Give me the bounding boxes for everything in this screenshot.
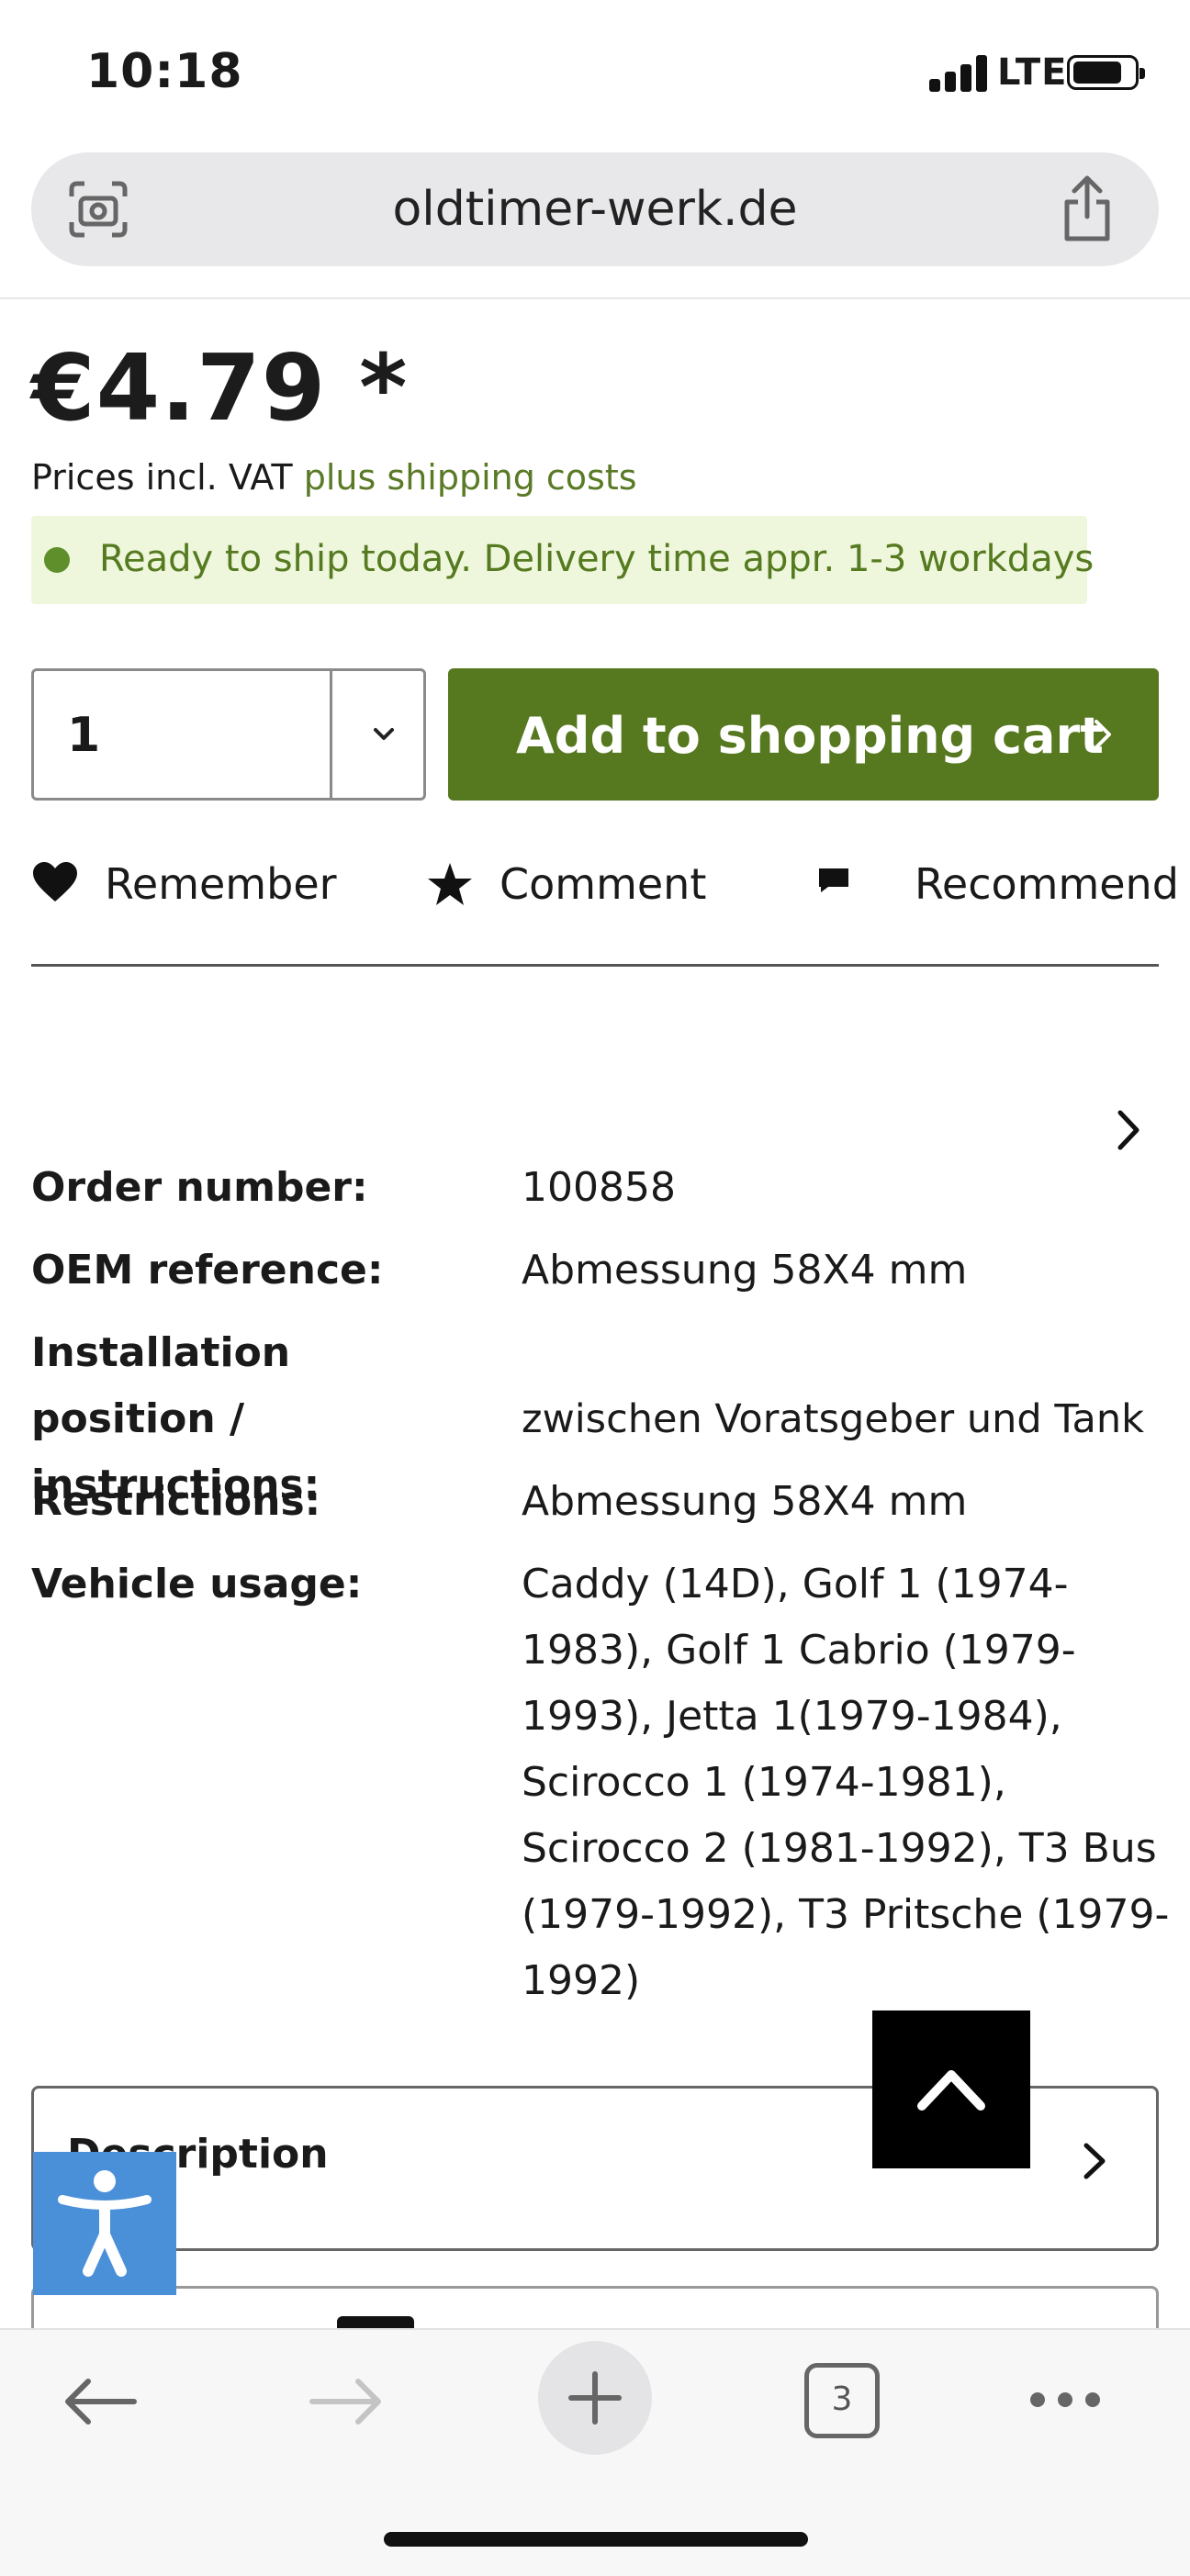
new-tab-button[interactable] bbox=[538, 2341, 652, 2455]
detail-value: Abmessung 58X4 mm bbox=[522, 1247, 968, 1294]
share-icon[interactable] bbox=[1060, 174, 1115, 244]
delivery-text: Ready to ship today. Delivery time appr.… bbox=[99, 538, 1095, 580]
detail-row: OEM reference: Abmessung 58X4 mm bbox=[31, 1238, 1170, 1320]
heart-icon bbox=[33, 862, 77, 902]
tabs-count-button[interactable]: 3 bbox=[804, 2363, 880, 2438]
detail-row: Restrictions: Abmessung 58X4 mm bbox=[31, 1469, 1170, 1551]
detail-key: Order number: bbox=[31, 1164, 368, 1211]
vat-label: Prices incl. VAT bbox=[31, 457, 293, 498]
status-time: 10:18 bbox=[86, 44, 243, 99]
accessibility-button[interactable] bbox=[33, 2152, 176, 2295]
plus-icon bbox=[568, 2371, 622, 2425]
shipping-costs-link[interactable]: plus shipping costs bbox=[304, 457, 637, 498]
detail-value: Caddy (14D), Golf 1 (1974-1983), Golf 1 … bbox=[522, 1561, 1170, 2004]
more-menu-icon[interactable] bbox=[1027, 2387, 1104, 2413]
chevron-right-icon[interactable] bbox=[1111, 1107, 1148, 1153]
chevron-down-icon[interactable] bbox=[361, 711, 407, 757]
comment-button[interactable]: Comment bbox=[426, 852, 729, 916]
add-to-cart-button[interactable]: Add to shopping cart bbox=[448, 668, 1159, 801]
remember-label: Remember bbox=[105, 859, 337, 909]
network-type: LTE bbox=[997, 51, 1068, 94]
vat-info: Prices incl. VAT plus shipping costs bbox=[31, 457, 637, 498]
detail-key: Vehicle usage: bbox=[31, 1561, 363, 1607]
back-arrow-icon[interactable] bbox=[61, 2376, 140, 2427]
remember-button[interactable]: Remember bbox=[31, 852, 343, 916]
status-bar: 10:18 LTE bbox=[0, 0, 1190, 147]
actions-divider bbox=[31, 964, 1159, 967]
header-divider bbox=[0, 297, 1190, 299]
product-price: €4.79 * bbox=[31, 334, 409, 442]
recommend-button[interactable]: Recommend bbox=[815, 852, 1179, 916]
detail-key: Restrictions: bbox=[31, 1478, 321, 1525]
product-actions: Remember Comment Recommend bbox=[31, 852, 1179, 916]
comment-label: Comment bbox=[500, 859, 707, 909]
url-text[interactable]: oldtimer-werk.de bbox=[31, 182, 1159, 237]
signal-icon bbox=[929, 55, 990, 92]
scroll-to-top-button[interactable] bbox=[872, 2010, 1030, 2168]
chevron-right-icon bbox=[1083, 2143, 1106, 2179]
detail-value: zwischen Voratsgeber und Tank bbox=[522, 1396, 1145, 1442]
forward-arrow-icon[interactable] bbox=[307, 2376, 386, 2427]
chat-bubble-icon bbox=[819, 868, 848, 892]
detail-row: Vehicle usage: Caddy (14D), Golf 1 (1974… bbox=[31, 1551, 1170, 2029]
detail-key: OEM reference: bbox=[31, 1247, 384, 1294]
detail-row: Order number: 100858 bbox=[31, 1155, 1170, 1238]
home-indicator bbox=[384, 2532, 808, 2547]
battery-icon bbox=[1067, 55, 1145, 90]
quantity-select[interactable]: 1 bbox=[31, 668, 426, 801]
chevron-right-icon bbox=[1095, 720, 1111, 749]
quantity-value[interactable]: 1 bbox=[67, 708, 100, 763]
detail-value: Abmessung 58X4 mm bbox=[522, 1478, 968, 1525]
detail-row: Installation position / instructions: zw… bbox=[31, 1320, 1170, 1508]
star-icon bbox=[428, 863, 472, 905]
product-details: Order number: 100858 OEM reference: Abme… bbox=[31, 1155, 1170, 2029]
chevron-up-icon bbox=[917, 2070, 985, 2111]
delivery-status: Ready to ship today. Delivery time appr.… bbox=[31, 516, 1094, 604]
address-bar[interactable]: oldtimer-werk.de bbox=[31, 152, 1159, 266]
quantity-divider bbox=[330, 671, 332, 798]
add-to-cart-label: Add to shopping cart bbox=[516, 707, 1104, 765]
accessibility-icon bbox=[58, 2170, 152, 2277]
detail-value: 100858 bbox=[522, 1164, 676, 1211]
recommend-label: Recommend bbox=[915, 859, 1179, 909]
status-dot-icon bbox=[44, 547, 70, 573]
